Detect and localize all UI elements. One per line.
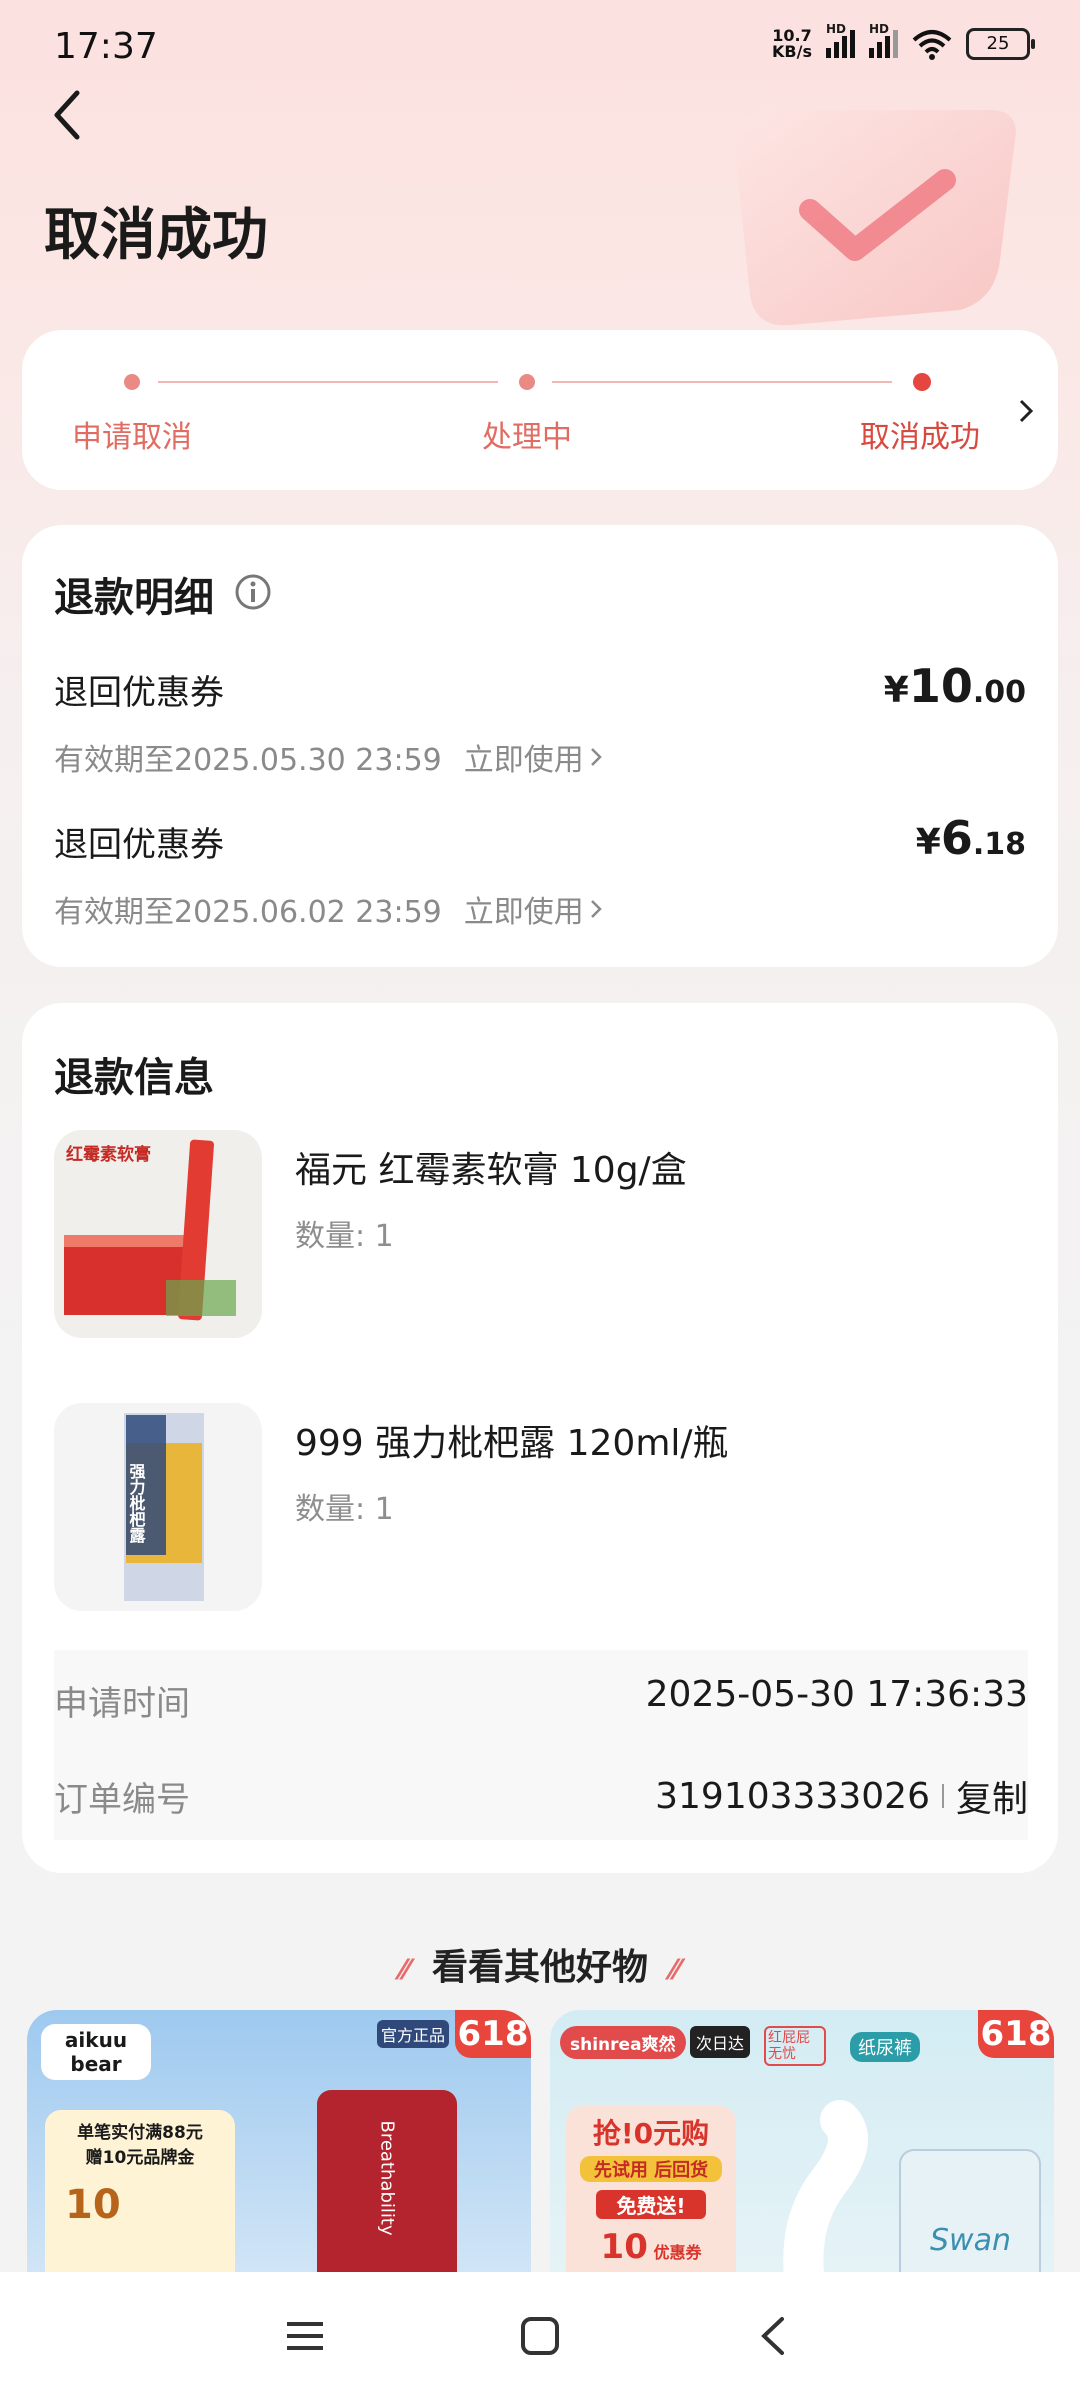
promo-line-2: 先试用 后回货 xyxy=(580,2156,722,2182)
step-line-1 xyxy=(158,381,498,383)
badge-618: 618 xyxy=(455,2010,531,2058)
amount-dec: .00 xyxy=(972,675,1026,710)
home-icon[interactable] xyxy=(520,2316,560,2356)
use-now-link-1[interactable]: 立即使用 xyxy=(464,735,602,779)
pack-text: Swan xyxy=(930,2223,1011,2258)
coupon-amount-2: ¥6.18 xyxy=(916,811,1026,865)
tag-no-rash: 红屁屁无忧 xyxy=(764,2026,826,2066)
syrup-box-image: 强力枇杷露 xyxy=(54,1403,262,1611)
product-name-2[interactable]: 999 强力枇杷露 120ml/瓶 xyxy=(295,1414,729,1466)
status-icons: 10.7 KB/s HD HD 25 xyxy=(772,22,1035,60)
speed-unit: KB/s xyxy=(772,42,812,61)
official-tag: 官方正品 xyxy=(377,2020,450,2048)
badge-618: 618 xyxy=(978,2010,1054,2058)
signal-icon: HD xyxy=(826,22,855,58)
coupon-validity-1: 有效期至2025.05.30 23:59 xyxy=(54,743,442,778)
coupon-name-2: 退回优惠券 xyxy=(54,825,224,865)
step-dot-1 xyxy=(124,374,140,390)
status-time: 17:37 xyxy=(54,26,158,67)
thumb-text-2: 强力枇杷露 xyxy=(127,1463,146,1544)
back-button[interactable] xyxy=(42,80,92,150)
step-label-2: 处理中 xyxy=(482,420,572,455)
page-title: 取消成功 xyxy=(44,203,268,268)
refund-detail-title: 退款明细 xyxy=(54,575,214,621)
recommend-title-text: 看看其他好物 xyxy=(431,1947,648,1988)
order-no-label: 订单编号 xyxy=(54,1780,190,1820)
menu-icon[interactable] xyxy=(285,2318,325,2354)
promo-amount: 10 xyxy=(65,2182,121,2228)
step-dot-3 xyxy=(913,373,931,391)
brand-logo: aikuu bear xyxy=(41,2024,151,2080)
promo-coupon: 10 优惠券 xyxy=(566,2227,736,2267)
coupon-sub-1: 有效期至2025.05.30 23:59 立即使用 xyxy=(54,735,602,779)
product-qty-1: 数量: 1 xyxy=(295,1219,394,1254)
info-icon[interactable] xyxy=(234,573,272,611)
apply-time-value: 2025-05-30 17:36:33 xyxy=(645,1674,1028,1715)
recommend-card-1[interactable]: aikuu bear 官方正品 618 单笔实付满88元 赠10元品牌金 10 … xyxy=(27,2010,531,2310)
coupon-sub-2: 有效期至2025.06.02 23:59 立即使用 xyxy=(54,887,602,931)
pack-text: Breathability xyxy=(376,2120,398,2236)
order-no-value: 319103333026 xyxy=(655,1775,930,1817)
brand-logo: shinrea爽然 xyxy=(560,2026,686,2059)
use-now-label: 立即使用 xyxy=(463,895,584,930)
pill-icon: ⁄⁄ xyxy=(670,1953,680,1986)
coupon-validity-2: 有效期至2025.06.02 23:59 xyxy=(54,895,442,930)
cancel-progress-card[interactable]: 申请取消 处理中 取消成功 xyxy=(22,330,1058,490)
refund-info-title: 退款信息 xyxy=(54,1055,214,1101)
success-check-illustration xyxy=(734,110,1016,326)
recommend-title: ⁄⁄ 看看其他好物 ⁄⁄ xyxy=(0,1938,1080,1990)
back-arrow-icon xyxy=(54,90,80,140)
amount-int: 6 xyxy=(940,811,973,865)
step-label-1: 申请取消 xyxy=(72,420,192,455)
promo-line-2: 赠10元品牌金 xyxy=(85,2148,195,2168)
promo-line-1: 抢!0元购 xyxy=(592,2117,710,2150)
step-label-3: 取消成功 xyxy=(860,420,980,455)
tag-next-day: 次日达 xyxy=(690,2026,751,2058)
promo-line-3: 免费送! xyxy=(596,2190,706,2219)
refund-info-card: 退款信息 红霉素软膏 福元 红霉素软膏 10g/盒 数量: 1 强力枇杷露 99… xyxy=(22,1003,1058,1873)
system-nav-bar xyxy=(0,2272,1080,2400)
currency-symbol: ¥ xyxy=(915,822,941,863)
copy-button[interactable]: 复制 xyxy=(956,1770,1028,1822)
tag-diaper: 纸尿裤 xyxy=(850,2032,920,2062)
network-speed: 10.7 KB/s xyxy=(772,28,812,60)
product-thumbnail-1[interactable]: 红霉素软膏 xyxy=(54,1130,262,1338)
currency-symbol: ¥ xyxy=(883,670,909,711)
chevron-right-icon xyxy=(590,900,602,918)
step-line-2 xyxy=(552,381,892,383)
product-qty-2: 数量: 1 xyxy=(295,1492,394,1527)
use-now-link-2[interactable]: 立即使用 xyxy=(464,887,602,931)
battery-icon: 25 xyxy=(966,28,1035,60)
ointment-box-image: 红霉素软膏 xyxy=(54,1130,262,1338)
hd-label: HD xyxy=(826,22,847,36)
chevron-right-icon[interactable] xyxy=(1018,398,1034,424)
refund-detail-card: 退款明细 退回优惠券 ¥10.00 有效期至2025.05.30 23:59 立… xyxy=(22,525,1058,967)
coupon-amount-1: ¥10.00 xyxy=(884,659,1026,713)
product-thumbnail-2[interactable]: 强力枇杷露 xyxy=(54,1403,262,1611)
hd-label-2: HD xyxy=(869,22,890,36)
coupon-name-1: 退回优惠券 xyxy=(54,673,224,713)
amount-int: 10 xyxy=(908,659,973,713)
step-dot-2 xyxy=(519,374,535,390)
order-no-group: 319103333026 复制 xyxy=(655,1770,1028,1822)
signal-icon-2: HD xyxy=(869,22,898,58)
promo-unit: 优惠券 xyxy=(653,2243,702,2262)
product-name-1[interactable]: 福元 红霉素软膏 10g/盒 xyxy=(295,1141,687,1193)
wifi-icon xyxy=(912,30,952,60)
divider xyxy=(941,1784,944,1808)
amount-dec: .18 xyxy=(972,827,1026,862)
pill-icon: ⁄⁄ xyxy=(400,1953,410,1986)
promo-amount: 10 xyxy=(600,2227,648,2267)
promo-line-1: 单笔实付满88元 xyxy=(77,2123,203,2143)
order-meta-box: 申请时间 2025-05-30 17:36:33 订单编号 3191033330… xyxy=(54,1650,1028,1840)
thumb-text: 红霉素软膏 xyxy=(66,1144,151,1165)
back-nav-icon[interactable] xyxy=(758,2316,788,2356)
recommend-card-2[interactable]: shinrea爽然 次日达 红屁屁无忧 纸尿裤 618 抢!0元购 先试用 后回… xyxy=(550,2010,1054,2310)
chevron-right-icon xyxy=(590,748,602,766)
use-now-label: 立即使用 xyxy=(463,743,584,778)
apply-time-label: 申请时间 xyxy=(54,1684,190,1724)
